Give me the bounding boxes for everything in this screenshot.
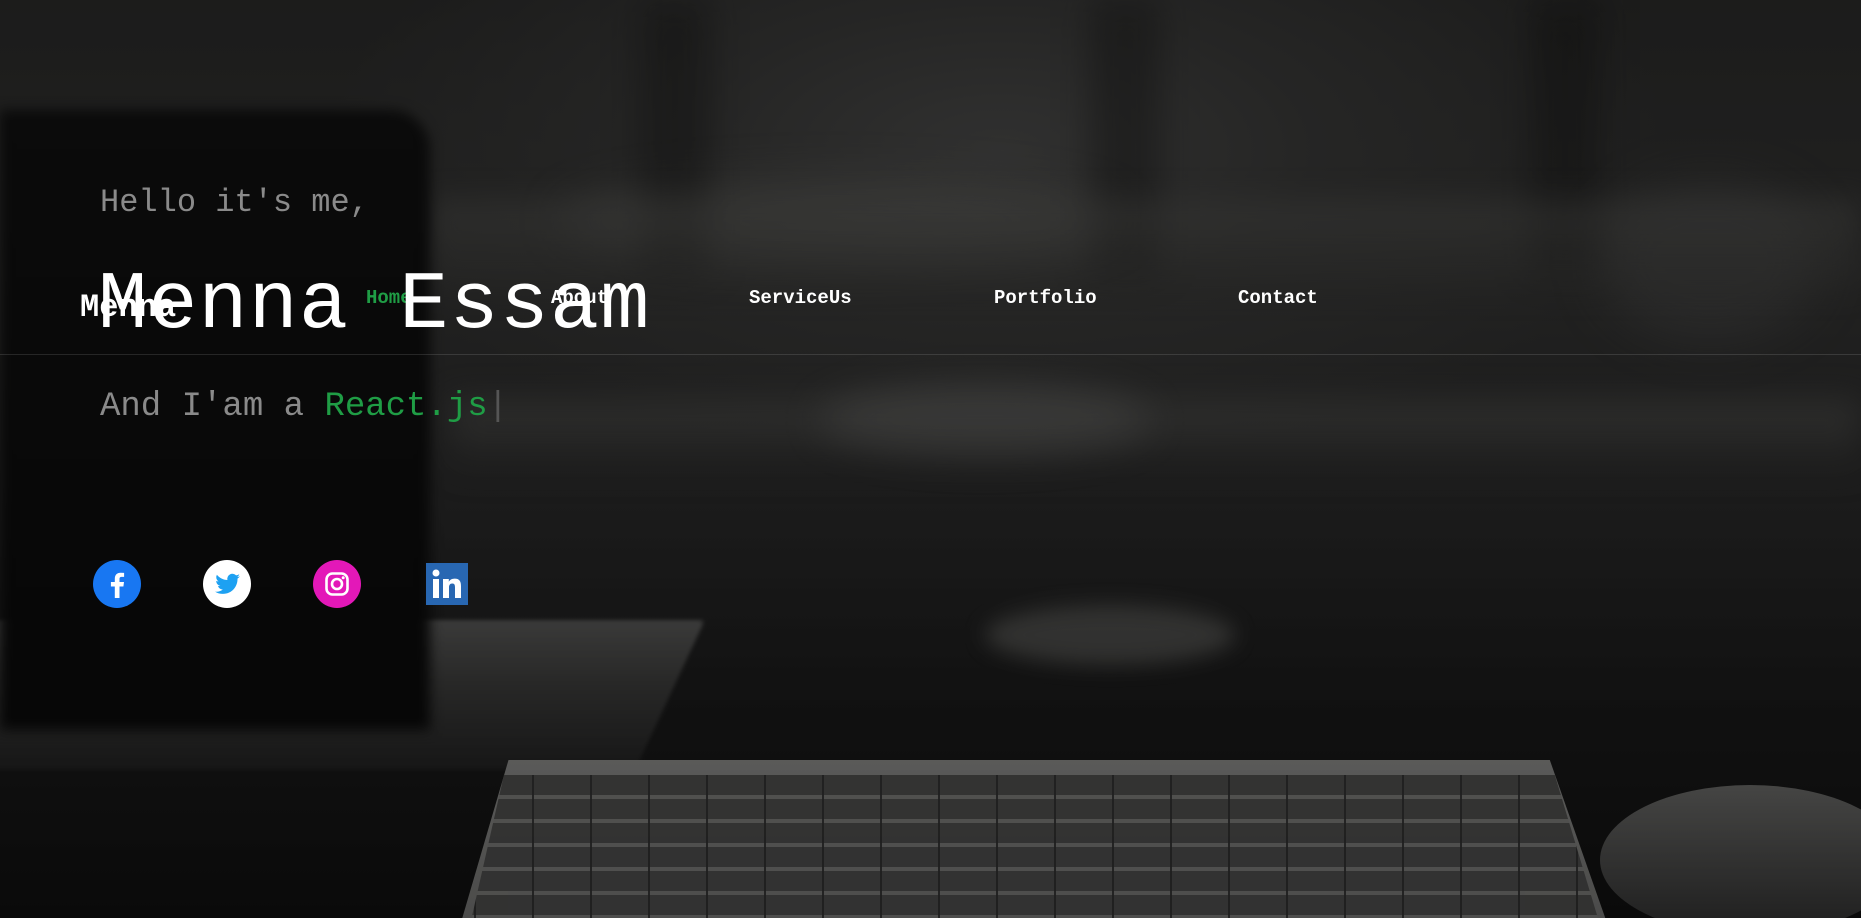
facebook-icon	[93, 560, 141, 608]
instagram-icon	[313, 560, 361, 608]
linkedin-link[interactable]	[423, 560, 471, 608]
hero-role: And I'am a React.js|	[100, 386, 508, 428]
hero-role-highlight: React.js	[324, 388, 488, 426]
hero-name: Menna Essam	[98, 259, 651, 352]
twitter-link[interactable]	[203, 560, 251, 608]
twitter-icon	[203, 560, 251, 608]
page-root: Menna Home About ServiceUs Portfolio Con…	[0, 0, 1861, 918]
instagram-link[interactable]	[313, 560, 361, 608]
nav-serviceus[interactable]: ServiceUs	[749, 286, 852, 310]
typing-cursor: |	[487, 388, 509, 426]
hero-greeting: Hello it's me,	[100, 184, 369, 221]
hero-role-prefix: And I'am a	[100, 388, 325, 426]
nav-portfolio[interactable]: Portfolio	[994, 286, 1097, 310]
background-image	[0, 0, 1861, 918]
linkedin-icon	[426, 563, 468, 605]
facebook-link[interactable]	[93, 560, 141, 608]
nav-contact[interactable]: Contact	[1238, 286, 1318, 310]
